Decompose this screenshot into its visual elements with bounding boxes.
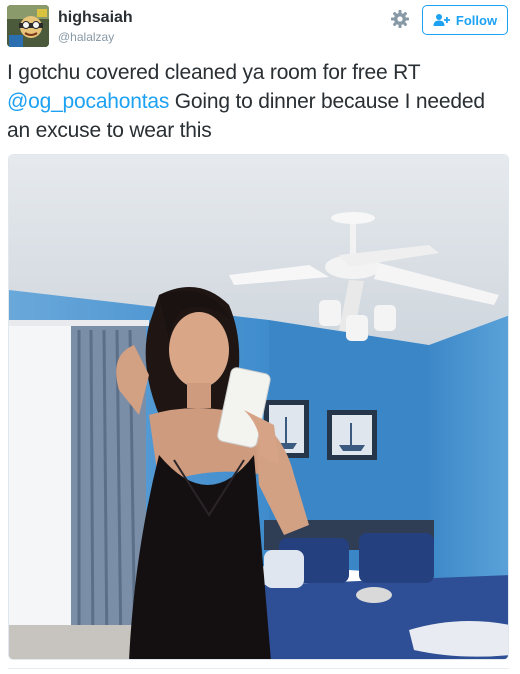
follow-label: Follow [455,12,498,28]
follow-button[interactable]: Follow [422,5,508,35]
add-user-icon [433,14,450,26]
divider [8,668,509,669]
tweet-text: I gotchu covered cleaned ya room for fre… [7,58,512,145]
tweet-photo[interactable] [8,154,509,660]
gear-icon[interactable] [389,8,411,30]
cartoon-avatar-icon [7,5,49,47]
mention-link[interactable]: @og_pocahontas [7,90,169,113]
tweet-text-part: I gotchu covered cleaned ya room for fre… [7,61,420,84]
user-handle[interactable]: @halalzay [58,30,114,44]
photo-bedroom-image [9,155,508,659]
tweet-card: highsaiah @halalzay Follow I gotchu cove… [0,0,520,674]
avatar[interactable] [7,5,49,47]
tweet-header: highsaiah @halalzay Follow [0,0,520,52]
display-name[interactable]: highsaiah [58,9,133,27]
